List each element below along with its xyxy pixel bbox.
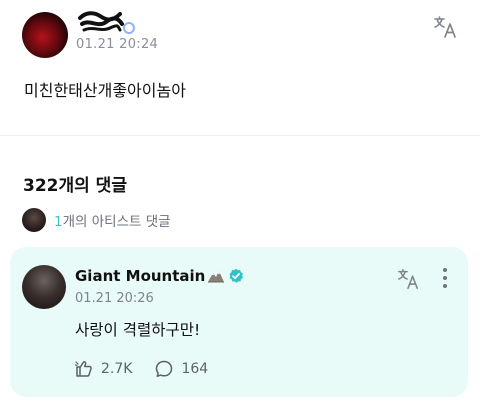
post-body: 미친한태산개좋아이놈아 xyxy=(24,81,186,100)
comment-actions: 2.7K 164 xyxy=(74,359,208,379)
translate-icon[interactable] xyxy=(396,267,420,291)
artist-comment-text: 개의 아티스트 댓글 xyxy=(62,214,171,230)
artist-comment-count: 1 xyxy=(54,214,63,230)
comment-timestamp: 01.21 20:26 xyxy=(75,291,154,306)
reply-count: 164 xyxy=(181,361,209,377)
post-header: 01.21 20:24 xyxy=(22,11,462,60)
reply-button[interactable]: 164 xyxy=(154,359,208,379)
mountain-emoji-icon xyxy=(208,271,225,283)
post-author-avatar[interactable] xyxy=(22,12,68,58)
verified-icon xyxy=(229,268,244,283)
comment-body: 사랑이 격렬하구만! xyxy=(75,321,201,339)
comment-author-name[interactable]: Giant Mountain xyxy=(75,267,205,285)
artist-comments-label: 1개의 아티스트 댓글 xyxy=(54,210,171,230)
reply-icon xyxy=(156,360,173,378)
comment-author-line: Giant Mountain xyxy=(75,267,244,285)
like-count: 2.7K xyxy=(101,361,133,377)
comment-count-heading: 322개의 댓글 xyxy=(23,176,127,196)
like-icon xyxy=(74,361,92,377)
more-icon[interactable] xyxy=(442,267,448,289)
translate-icon[interactable] xyxy=(432,14,458,40)
section-divider xyxy=(0,135,480,136)
like-button[interactable]: 2.7K xyxy=(74,359,132,379)
post-timestamp: 01.21 20:24 xyxy=(76,37,159,52)
comment-author-avatar[interactable] xyxy=(22,265,66,309)
artist-mini-avatar xyxy=(22,208,46,232)
artist-comment-card: Giant Mountain 01.21 20:26 사랑이 격렬하구만! 2.… xyxy=(10,247,468,397)
redacted-name-scribble xyxy=(78,11,135,34)
artist-comments-link[interactable]: 1개의 아티스트 댓글 xyxy=(22,207,171,233)
